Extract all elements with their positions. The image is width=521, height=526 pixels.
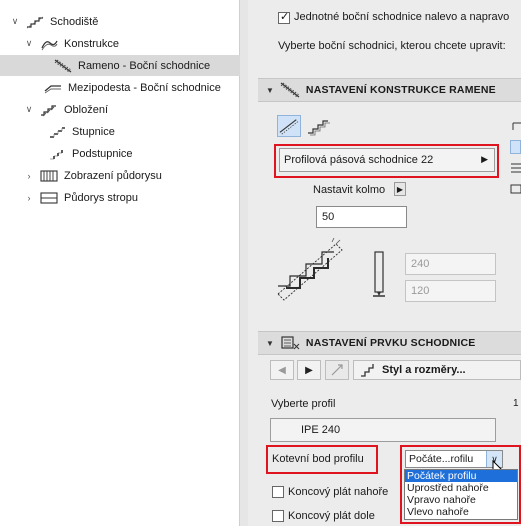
- transfer-icon: [331, 364, 343, 376]
- chevron-down-icon[interactable]: ∨: [24, 104, 34, 115]
- side-stringer-icon: [54, 58, 72, 73]
- tree-item-ceiling-plan[interactable]: › Půdorys stropu: [0, 187, 240, 208]
- stepped-stringer-icon: [308, 120, 330, 136]
- stair-icon: [26, 15, 44, 29]
- end-plate-bottom-label: Koncový plát dole: [288, 510, 375, 522]
- anchor-label-highlight: [266, 445, 378, 474]
- tree-item-label: Zobrazení půdorysu: [64, 169, 162, 182]
- uniform-stringers-label: Jednotné boční schodnice nalevo a naprav…: [294, 11, 510, 23]
- uniform-stringers-checkbox[interactable]: [278, 10, 290, 24]
- profile-select-button[interactable]: IPE 240: [270, 418, 496, 442]
- tree-item-floor-plan[interactable]: › Zobrazení půdorysu: [0, 165, 240, 186]
- tree-item-finish[interactable]: ∨ Obložení: [0, 99, 240, 120]
- profile-dimension-icon: [371, 250, 387, 300]
- tree-item-side-stringer[interactable]: Rameno - Boční schodnice: [0, 55, 240, 76]
- ceiling-plan-icon: [40, 191, 58, 205]
- offset-input[interactable]: 50: [316, 206, 407, 228]
- tree-item-structure[interactable]: ∨ Konstrukce: [0, 33, 240, 54]
- riser-icon: [48, 147, 66, 161]
- profile-stringer-icon: [279, 119, 299, 135]
- stepped-stringer-type-button[interactable]: [306, 115, 332, 137]
- collapse-triangle-icon[interactable]: ▼: [266, 339, 274, 348]
- style-dimensions-button[interactable]: Styl a rozměry...: [353, 360, 521, 380]
- profile-width-input[interactable]: 120: [405, 280, 496, 302]
- profile-type-highlight: [274, 144, 499, 178]
- collapse-triangle-icon[interactable]: ▼: [266, 86, 274, 95]
- structure-icon: [40, 37, 58, 51]
- chevron-down-icon[interactable]: ∨: [24, 38, 34, 49]
- chevron-down-icon[interactable]: ∨: [10, 16, 20, 27]
- ruler-icon[interactable]: [511, 120, 521, 132]
- profile-value: IPE 240: [301, 424, 341, 436]
- tree-item-landing-stringer[interactable]: Mezipodesta - Boční schodnice: [0, 77, 240, 98]
- tree-item-label: Rameno - Boční schodnice: [78, 59, 211, 72]
- perpendicular-menu-button[interactable]: ▶: [394, 182, 406, 196]
- tree-item-riser[interactable]: Podstupnice: [0, 143, 240, 164]
- stair-style-icon: [361, 364, 374, 377]
- tree-item-label: Podstupnice: [72, 147, 133, 160]
- anchor-dropdown-highlight: [400, 445, 521, 524]
- landing-stringer-icon: [44, 81, 62, 95]
- list-icon[interactable]: [510, 162, 521, 174]
- tread-icon: [48, 125, 66, 139]
- end-plate-bottom-checkbox[interactable]: [272, 510, 284, 522]
- tree-item-label: Obložení: [64, 103, 109, 116]
- end-plate-top-checkbox[interactable]: [272, 486, 284, 498]
- side-stringer-icon: [280, 82, 300, 98]
- tree-item-label: Stupnice: [72, 125, 115, 138]
- end-plate-top-label: Koncový plát nahoře: [288, 486, 389, 498]
- flight-structure-section-header[interactable]: ▼ NASTAVENÍ KONSTRUKCE RAMENE: [258, 78, 521, 102]
- select-stringer-hint: Vyberte boční schodnici, kterou chcete u…: [278, 40, 506, 52]
- profile-height-input[interactable]: 240: [405, 253, 496, 275]
- previous-button[interactable]: ◀: [270, 360, 294, 380]
- select-profile-label: Vyberte profil: [271, 398, 336, 410]
- finish-icon: [40, 103, 58, 117]
- tree-item-stair[interactable]: ∨ Schodiště: [0, 11, 240, 32]
- transfer-settings-button[interactable]: [325, 360, 349, 380]
- section-title: NASTAVENÍ KONSTRUKCE RAMENE: [305, 84, 496, 96]
- stringer-diagram: [276, 236, 356, 304]
- chevron-right-icon: ▶: [305, 364, 313, 376]
- tree-item-label: Schodiště: [50, 15, 99, 28]
- tree-item-label: Mezipodesta - Boční schodnice: [68, 81, 221, 94]
- chevron-right-icon[interactable]: ›: [24, 193, 34, 203]
- grid-icon[interactable]: [510, 184, 521, 194]
- stringer-element-icon: [280, 335, 300, 351]
- section-title: NASTAVENÍ PRVKU SCHODNICE: [305, 337, 476, 349]
- shape-icon[interactable]: [510, 140, 521, 154]
- profile-stringer-type-button[interactable]: [277, 115, 301, 137]
- tree-item-tread[interactable]: Stupnice: [0, 121, 240, 142]
- tree-item-label: Půdorys stropu: [64, 191, 138, 204]
- tree-panel: ∨ Schodiště ∨ Konstrukce Rameno - Boční …: [0, 0, 240, 526]
- style-dimensions-label: Styl a rozměry...: [382, 364, 466, 376]
- floor-plan-icon: [40, 169, 58, 183]
- chevron-left-icon: ◀: [278, 364, 286, 376]
- stringer-element-section-header[interactable]: ▼ NASTAVENÍ PRVKU SCHODNICE: [258, 331, 521, 355]
- tree-item-label: Konstrukce: [64, 37, 120, 50]
- partial-label: 1: [513, 398, 519, 409]
- next-button[interactable]: ▶: [297, 360, 321, 380]
- set-perpendicular-label: Nastavit kolmo: [313, 184, 386, 196]
- chevron-right-icon[interactable]: ›: [24, 171, 34, 181]
